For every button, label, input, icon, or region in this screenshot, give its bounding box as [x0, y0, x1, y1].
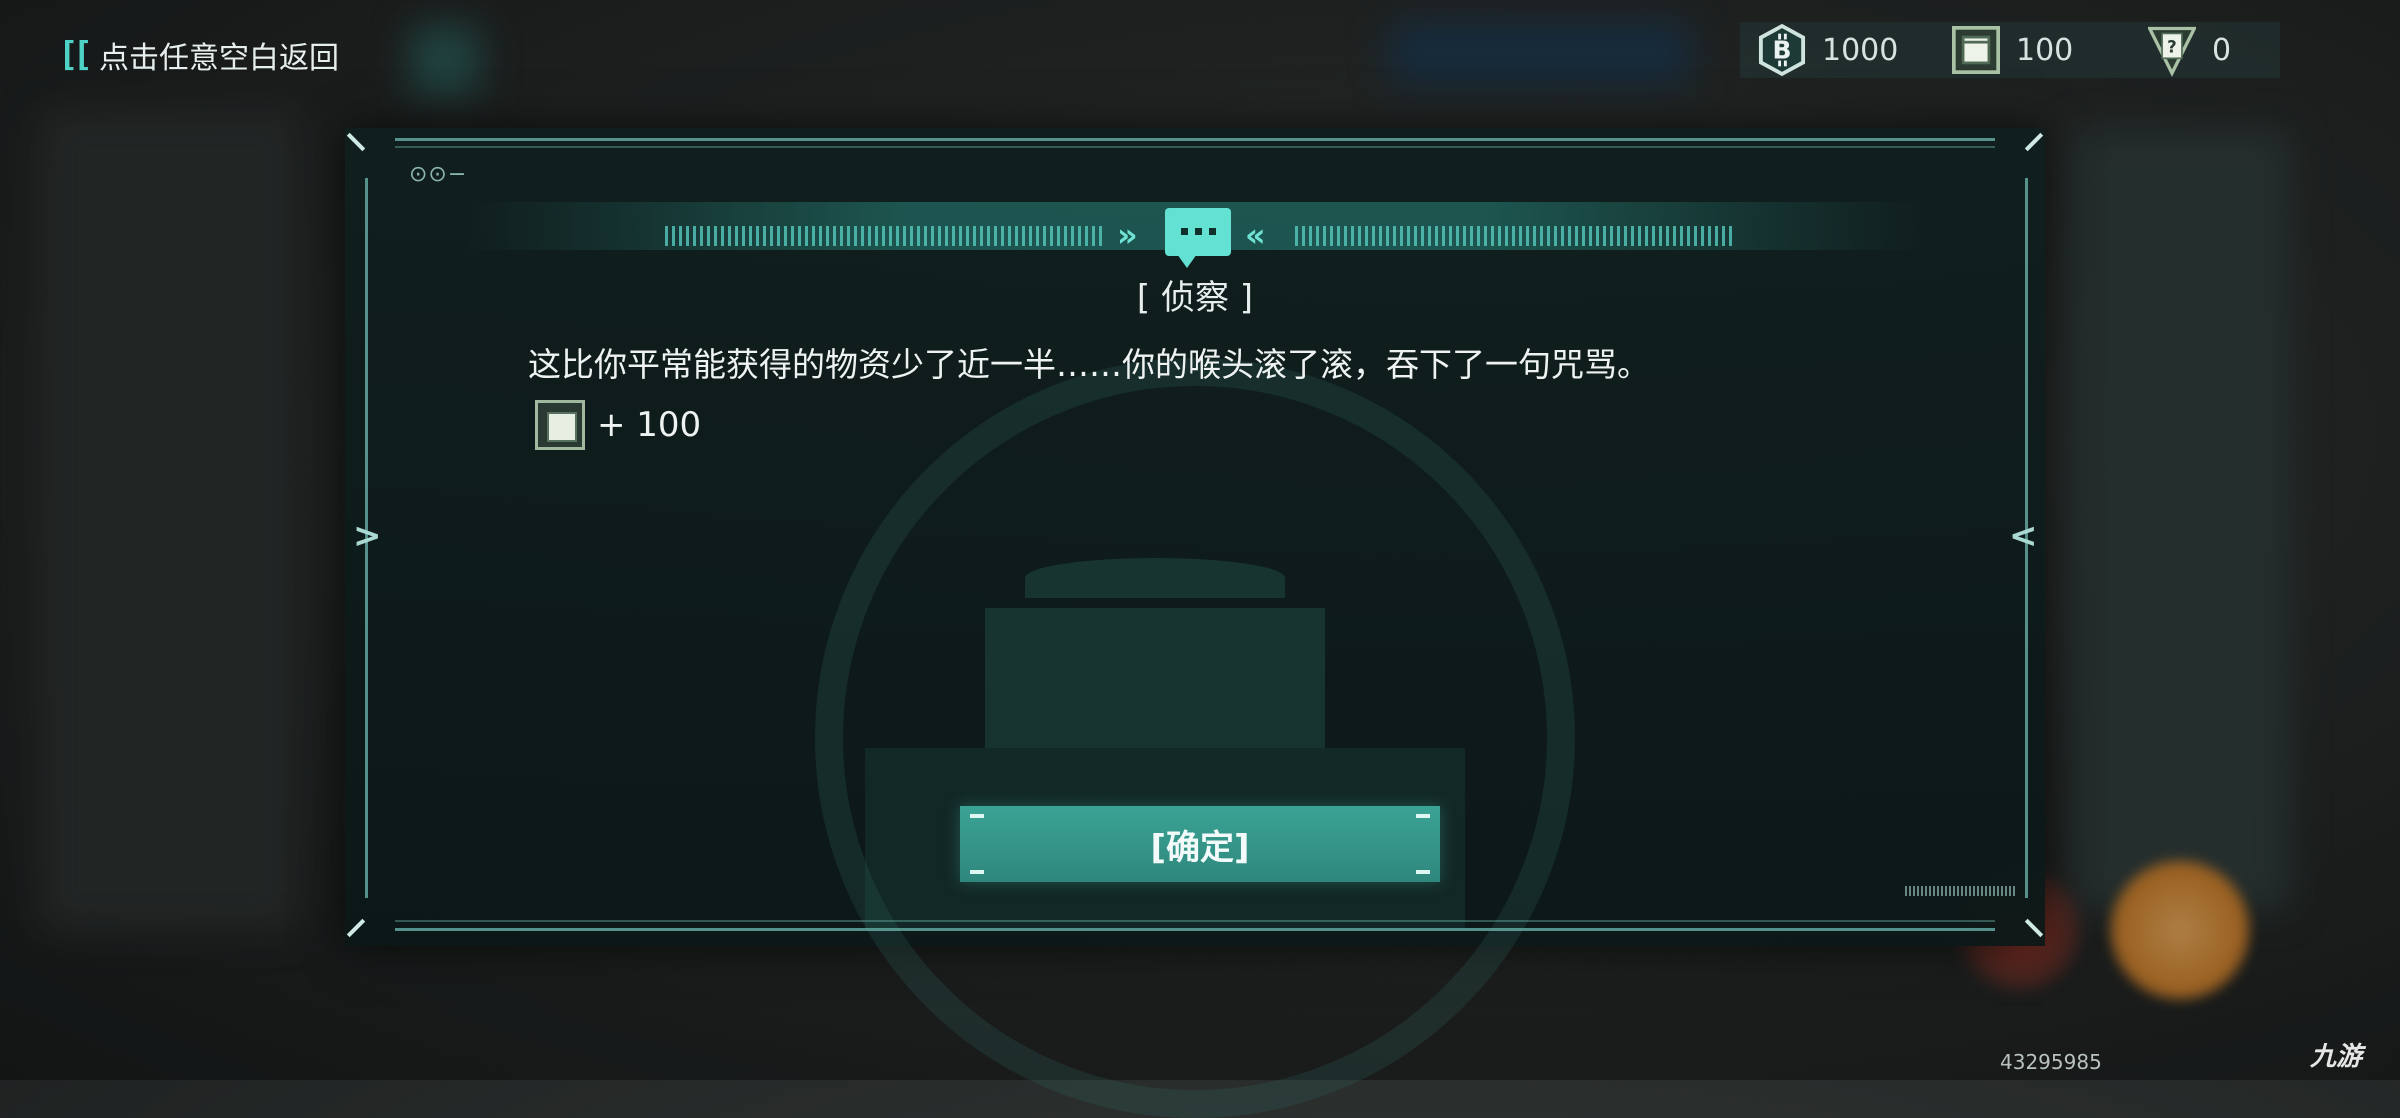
footer-code: 43295985 — [2000, 1050, 2102, 1074]
barcode-decoration — [1905, 886, 2015, 896]
bracket-back-icon: [[ — [58, 35, 93, 75]
frame-bottom-inner — [395, 920, 1995, 922]
header-stripes-right — [1295, 226, 1735, 246]
confirm-button[interactable]: [确定] — [960, 806, 1440, 882]
chevron-right-icon: » — [1117, 216, 1137, 254]
chat-bubble-icon — [1165, 208, 1231, 268]
bitcoin-coin-icon: B — [1758, 23, 1806, 77]
svg-text:B: B — [1772, 36, 1791, 65]
background-temple-roof — [1025, 558, 1285, 598]
corner-bottom-right — [2024, 918, 2044, 938]
corner-top-left — [346, 132, 366, 152]
supplies-value: 100 — [2016, 32, 2074, 68]
header-stripes-left — [665, 226, 1105, 246]
dialog-message: 这比你平常能获得的物资少了近一半……你的喉头滚了滚，吞下了一句咒骂。 — [528, 345, 1650, 384]
resource-cards: ? 0 — [2148, 22, 2231, 78]
arrow-right-icon: > — [353, 516, 382, 556]
resource-coins: B 1000 — [1758, 22, 1898, 78]
confirm-button-label: [确定] — [1150, 827, 1250, 868]
back-hint-label: 点击任意空白返回 — [98, 41, 339, 76]
status-dots-icon: ⊙⊙− — [409, 162, 468, 187]
watermark-logo: 九游 — [2310, 1042, 2363, 1072]
frame-top-inner — [395, 146, 1995, 148]
supply-crate-icon — [535, 400, 585, 450]
supply-crate-icon — [1952, 26, 2000, 74]
svg-text:?: ? — [2167, 37, 2177, 56]
reward-value: + 100 — [597, 405, 702, 445]
button-corner-mark — [1416, 814, 1430, 818]
button-corner-mark — [970, 870, 984, 874]
back-hint[interactable]: [[ 点击任意空白返回 — [58, 30, 339, 80]
frame-bottom — [395, 928, 1995, 931]
arrow-left-icon: < — [2009, 516, 2038, 556]
mystery-card-icon: ? — [2148, 26, 2196, 77]
frame-top — [395, 138, 1995, 141]
event-dialog: ⊙⊙− » « [ 侦察 ] 这比你平常能获得的物资少了近一半……你的喉头滚了滚… — [345, 128, 2045, 1118]
cards-value: 0 — [2212, 32, 2232, 68]
button-corner-mark — [970, 814, 984, 818]
reward-row: + 100 — [535, 400, 701, 450]
coins-value: 1000 — [1822, 32, 1899, 68]
corner-bottom-left — [346, 918, 366, 938]
chevron-left-icon: « — [1245, 216, 1265, 254]
corner-top-right — [2024, 132, 2044, 152]
background-temple-body — [985, 608, 1325, 748]
resource-supplies: 100 — [1952, 22, 2073, 78]
dialog-title: [ 侦察 ] — [1136, 278, 1254, 318]
button-corner-mark — [1416, 870, 1430, 874]
